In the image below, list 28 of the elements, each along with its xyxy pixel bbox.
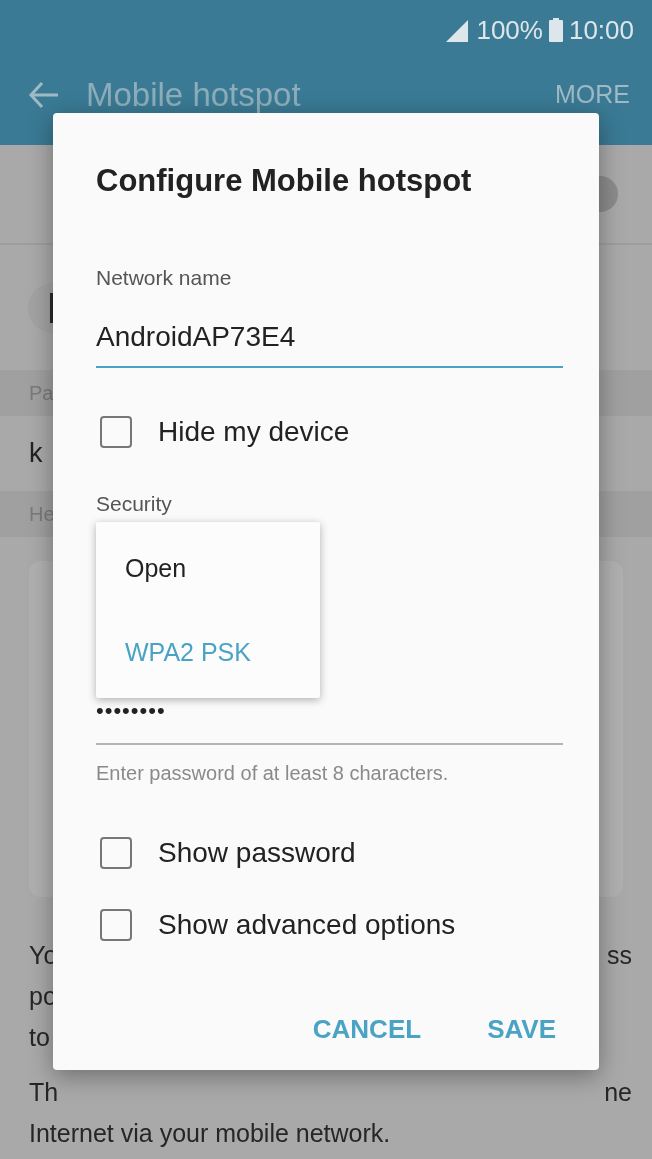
network-name-field[interactable]: AndroidAP73E4 <box>96 317 563 368</box>
battery-icon <box>548 18 563 42</box>
checkbox-label: Show password <box>158 837 356 869</box>
paragraph-text: to <box>29 1022 50 1053</box>
checkbox[interactable] <box>100 416 132 448</box>
checkbox-label: Hide my device <box>158 416 350 448</box>
paragraph-text: ne <box>604 1077 632 1108</box>
checkbox-label: Show advanced options <box>158 909 456 941</box>
setting-value: k <box>29 438 43 469</box>
dialog-title: Configure Mobile hotspot <box>96 162 473 200</box>
paragraph-text: Th <box>29 1077 59 1108</box>
menu-item[interactable]: Open <box>96 548 320 588</box>
field-label: Network name <box>96 265 233 291</box>
checkbox[interactable] <box>100 837 132 869</box>
screen-title: Mobile hotspot <box>86 75 302 114</box>
save-button[interactable]: SAVE <box>487 1012 556 1046</box>
more-button[interactable]: MORE <box>555 80 630 109</box>
password-hint: Enter password of at least 8 characters. <box>96 761 450 786</box>
battery-level: 100% <box>476 14 543 46</box>
field-label: Security <box>96 491 173 517</box>
checkbox[interactable] <box>100 909 132 941</box>
paragraph-text: ss <box>607 940 632 971</box>
clock: 10:00 <box>568 14 634 46</box>
paragraph-text: Internet via your mobile network. <box>29 1118 391 1149</box>
menu-item[interactable]: WPA2 PSK <box>96 632 320 672</box>
back-arrow-icon[interactable] <box>28 80 60 109</box>
cancel-button[interactable]: CANCEL <box>312 1012 422 1046</box>
signal-icon <box>444 18 471 42</box>
